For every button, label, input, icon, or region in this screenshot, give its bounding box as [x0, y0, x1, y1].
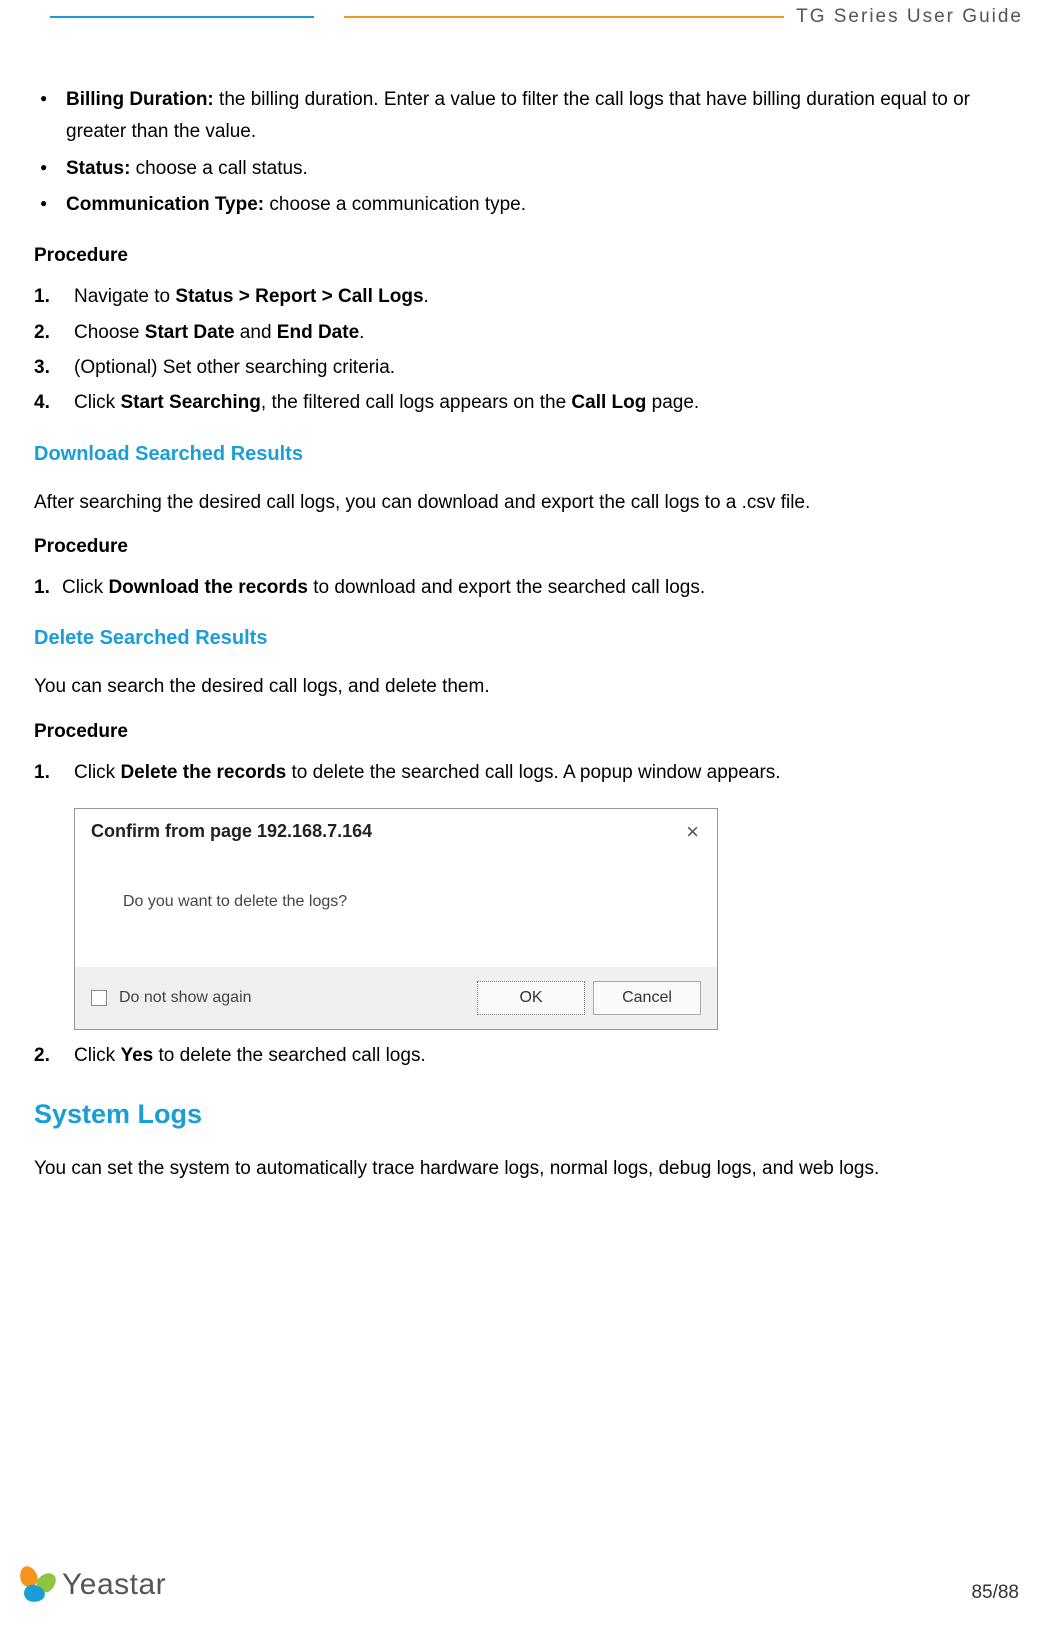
header-rule-orange — [344, 16, 784, 18]
procedure-list-continued: 2. Click Yes to delete the searched call… — [34, 1040, 1019, 1071]
comm-type-label: Communication Type: — [66, 194, 264, 215]
yeastar-logo-text: Yeastar — [62, 1568, 166, 1602]
procedure-list: 1. Navigate to Status > Report > Call Lo… — [34, 281, 1019, 418]
dialog-footer: Do not show again OK Cancel — [75, 967, 717, 1029]
list-item: Billing Duration: the billing duration. … — [34, 84, 1019, 149]
dialog-title: Confirm from page 192.168.7.164 — [91, 821, 682, 842]
confirm-dialog: Confirm from page 192.168.7.164 × Do you… — [74, 808, 718, 1030]
comm-type-text: choose a communication type. — [264, 194, 526, 215]
list-item: 1. Navigate to Status > Report > Call Lo… — [34, 281, 1019, 312]
list-item: 1. Click Delete the records to delete th… — [34, 757, 1019, 788]
procedure-list: 1. Click Download the records to downloa… — [34, 572, 1019, 603]
step-number: 3. — [34, 352, 50, 383]
yeastar-logo-icon — [18, 1566, 56, 1604]
step-number: 4. — [34, 387, 50, 418]
download-heading: Download Searched Results — [34, 443, 1019, 466]
step-number: 1. — [34, 757, 50, 788]
list-item: 4. Click Start Searching, the filtered c… — [34, 387, 1019, 418]
procedure-list: 1. Click Delete the records to delete th… — [34, 757, 1019, 788]
list-item: 1. Click Download the records to downloa… — [34, 572, 1019, 603]
delete-heading: Delete Searched Results — [34, 627, 1019, 650]
status-label: Status: — [66, 158, 130, 179]
close-icon[interactable]: × — [682, 821, 703, 843]
page-header: TG Series User Guide — [0, 0, 1053, 28]
list-item: Status: choose a call status. — [34, 153, 1019, 185]
procedure-label: Procedure — [34, 721, 1019, 743]
step-number: 2. — [34, 317, 50, 348]
ok-button[interactable]: OK — [477, 981, 585, 1015]
confirm-dialog-figure: Confirm from page 192.168.7.164 × Do you… — [74, 808, 718, 1030]
checkbox-label: Do not show again — [119, 989, 252, 1007]
cancel-button[interactable]: Cancel — [593, 981, 701, 1015]
list-item: 2. Click Yes to delete the searched call… — [34, 1040, 1019, 1071]
nav-path: Status > Report > Call Logs — [175, 286, 423, 307]
page-number: 85/88 — [971, 1582, 1019, 1604]
header-title: TG Series User Guide — [796, 6, 1023, 28]
system-logs-heading: System Logs — [34, 1099, 1019, 1130]
page-footer: Yeastar 85/88 — [0, 1566, 1053, 1626]
step-number: 1. — [34, 281, 50, 312]
checkbox-icon[interactable] — [91, 990, 107, 1006]
do-not-show-again-checkbox[interactable]: Do not show again — [91, 989, 469, 1007]
download-paragraph: After searching the desired call logs, y… — [34, 488, 1019, 518]
delete-paragraph: You can search the desired call logs, an… — [34, 672, 1019, 702]
procedure-label: Procedure — [34, 245, 1019, 267]
header-rule-blue — [50, 16, 314, 18]
filter-fields-list: Billing Duration: the billing duration. … — [34, 84, 1019, 221]
list-item: 3. (Optional) Set other searching criter… — [34, 352, 1019, 383]
step-text: Navigate to — [74, 286, 175, 307]
yeastar-logo: Yeastar — [18, 1566, 166, 1604]
step-number: 1. — [34, 572, 50, 603]
status-text: choose a call status. — [130, 158, 307, 179]
system-logs-paragraph: You can set the system to automatically … — [34, 1154, 1019, 1184]
billing-duration-label: Billing Duration: — [66, 89, 214, 110]
procedure-label: Procedure — [34, 536, 1019, 558]
dialog-message: Do you want to delete the logs? — [75, 853, 717, 967]
step-number: 2. — [34, 1040, 50, 1071]
list-item: 2. Choose Start Date and End Date. — [34, 317, 1019, 348]
step-text: (Optional) Set other searching criteria. — [74, 357, 395, 378]
list-item: Communication Type: choose a communicati… — [34, 189, 1019, 221]
